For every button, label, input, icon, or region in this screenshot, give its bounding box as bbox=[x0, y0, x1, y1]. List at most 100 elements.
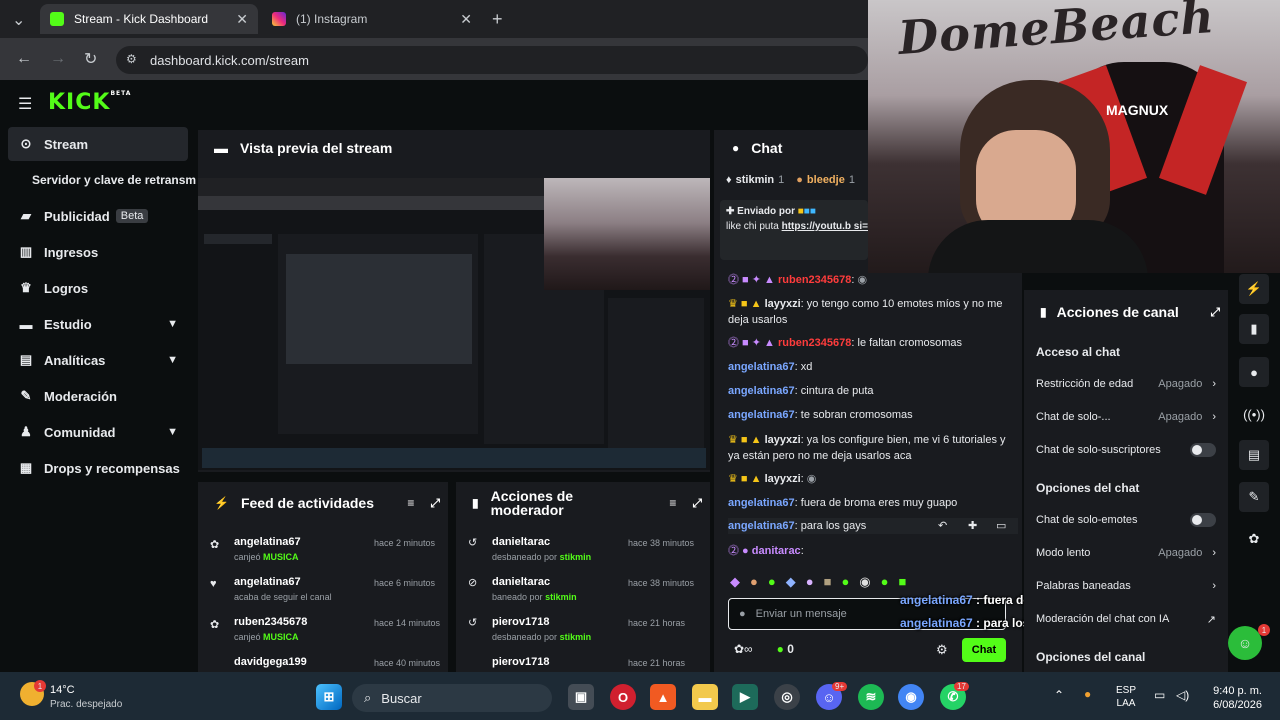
taskbar-search[interactable]: ⌕ Buscar bbox=[352, 684, 552, 712]
chat-message[interactable]: angelatina67: xd bbox=[728, 359, 1020, 375]
feed-user[interactable]: ruben2345678 bbox=[234, 616, 307, 628]
file-explorer-icon[interactable]: ▬ bbox=[692, 684, 718, 710]
stream-preview-video[interactable] bbox=[198, 178, 710, 470]
chat-message[interactable]: angelatina67: te sobran cromosomas bbox=[728, 407, 1020, 423]
chat-settings-icon[interactable]: ⚙ bbox=[936, 642, 948, 658]
list-item[interactable]: pierov1718 hace 21 horas bbox=[456, 654, 706, 672]
back-icon[interactable]: ← bbox=[16, 50, 32, 68]
app-icon[interactable]: ◎ bbox=[774, 684, 800, 710]
sidebar-item-estudio[interactable]: ▬ Estudio ▼ bbox=[8, 307, 188, 341]
mod-user[interactable]: danieltarac bbox=[492, 576, 550, 588]
mod-user[interactable]: danieltarac bbox=[492, 536, 550, 548]
app-icon[interactable]: ▶ bbox=[732, 684, 758, 710]
reload-icon[interactable]: ↻ bbox=[84, 49, 97, 69]
help-chat-icon[interactable]: ☺ bbox=[1228, 626, 1262, 660]
sidebar-item-stream[interactable]: ⊙ Stream bbox=[8, 127, 188, 161]
delete-icon[interactable]: ▭ bbox=[996, 518, 1006, 534]
sidebar-item-moderacion[interactable]: ✎ Moderación bbox=[8, 379, 188, 413]
feed-user[interactable]: angelatina67 bbox=[234, 576, 301, 588]
microphone-icon[interactable]: ● bbox=[1084, 687, 1091, 701]
chat-username[interactable]: layyxzi bbox=[765, 434, 801, 446]
sidebar-item-publicidad[interactable]: ▰ Publicidad Beta bbox=[8, 199, 188, 233]
feed-user[interactable]: davidgega199 bbox=[234, 656, 307, 668]
chat-username[interactable]: layyxzi bbox=[765, 298, 801, 310]
ai-moderation-row[interactable]: Moderación del chat con IA ↗ bbox=[1036, 608, 1216, 630]
sidebar-item-ingresos[interactable]: ▥ Ingresos bbox=[8, 235, 188, 269]
opera-icon[interactable]: O bbox=[610, 684, 636, 710]
mod-user[interactable]: pierov1718 bbox=[492, 616, 549, 628]
emote-icon[interactable]: ◆ bbox=[730, 574, 740, 592]
windows-start-icon[interactable]: ⊞ bbox=[316, 684, 342, 710]
tab-search-icon[interactable]: ⌄ bbox=[12, 10, 25, 30]
popout-icon[interactable]: ⤢ bbox=[430, 496, 440, 511]
brave-icon[interactable]: ▲ bbox=[650, 684, 676, 710]
popout-icon[interactable]: ⤢ bbox=[1210, 305, 1220, 320]
slow-mode-row[interactable]: Modo lento Apagado › bbox=[1036, 542, 1216, 564]
task-view-icon[interactable]: ▣ bbox=[568, 684, 594, 710]
emote-icon[interactable]: ◉ bbox=[859, 574, 870, 592]
emote-icon[interactable]: ● bbox=[768, 574, 776, 592]
emote-icon[interactable]: ■ bbox=[899, 574, 907, 592]
chat-username[interactable]: layyxzi bbox=[765, 473, 801, 485]
emote-only-toggle[interactable] bbox=[1190, 513, 1216, 527]
broadcast-icon[interactable]: ((•)) bbox=[1239, 399, 1269, 429]
chat-username[interactable]: angelatina67 bbox=[728, 361, 795, 373]
list-item[interactable]: ✿ ruben2345678 canjeó MUSICA hace 14 min… bbox=[198, 614, 448, 654]
chat-message[interactable]: ⓶ ■ ✦ ▲ ruben2345678: ◉ bbox=[728, 272, 1020, 288]
wrench-icon[interactable]: ✎ bbox=[1239, 482, 1269, 512]
emote-icon[interactable]: ● bbox=[881, 574, 889, 592]
layout-icon[interactable]: ▤ bbox=[1239, 440, 1269, 470]
volume-icon[interactable]: ◁) bbox=[1176, 688, 1189, 702]
chat-username[interactable]: angelatina67 bbox=[728, 497, 795, 509]
emote-icon[interactable]: ■ bbox=[824, 574, 832, 592]
chat-message[interactable]: angelatina67: fuera de broma eres muy gu… bbox=[728, 495, 1020, 511]
chat-username[interactable]: ruben2345678 bbox=[778, 337, 851, 349]
sidebar-item-analiticas[interactable]: ▤ Analíticas ▼ bbox=[8, 343, 188, 377]
filter-icon[interactable]: ≡ bbox=[669, 496, 676, 510]
pin-icon[interactable]: ✚ bbox=[968, 518, 977, 534]
list-item[interactable]: ↺ danieltarac desbaneado por stikmin hac… bbox=[456, 534, 706, 574]
chat-username[interactable]: angelatina67 bbox=[728, 385, 795, 397]
sidebar-item-logros[interactable]: ♛ Logros bbox=[8, 271, 188, 305]
tab-kick-dashboard[interactable]: Stream - Kick Dashboard ✕ bbox=[40, 4, 258, 34]
send-chat-button[interactable]: Chat bbox=[962, 638, 1006, 662]
list-item[interactable]: ↺ pierov1718 desbaneado por stikmin hace… bbox=[456, 614, 706, 654]
list-item[interactable]: ✿ angelatina67 canjeó MUSICA hace 2 minu… bbox=[198, 534, 448, 574]
chat-bubble-icon[interactable]: ● bbox=[1239, 357, 1269, 387]
tray-chevron-up-icon[interactable]: ⌃ bbox=[1054, 688, 1064, 702]
url-input[interactable]: ⚙ dashboard.kick.com/stream bbox=[116, 46, 868, 74]
list-item[interactable]: ⊘ danieltarac baneado por stikmin hace 3… bbox=[456, 574, 706, 614]
network-icon[interactable]: ▭ bbox=[1154, 688, 1165, 702]
close-tab-icon[interactable]: ✕ bbox=[460, 11, 472, 28]
age-restriction-row[interactable]: Restricción de edad Apagado › bbox=[1036, 373, 1216, 395]
chat-message[interactable]: angelatina67: cintura de puta bbox=[728, 383, 1020, 399]
reply-icon[interactable]: ↶ bbox=[938, 518, 947, 534]
emote-icon[interactable]: ● bbox=[750, 574, 758, 592]
subs-only-toggle[interactable] bbox=[1190, 443, 1216, 457]
emote-icon[interactable]: ● bbox=[841, 574, 849, 592]
chrome-icon[interactable]: ◉ bbox=[898, 684, 924, 710]
kick-logo[interactable]: KICKBETA bbox=[48, 90, 131, 115]
clock[interactable]: 9:40 p. m. 6/08/2026 bbox=[1208, 684, 1262, 712]
mod-user[interactable]: pierov1718 bbox=[492, 656, 549, 668]
list-item[interactable]: davidgega199 hace 40 minutos bbox=[198, 654, 448, 672]
users-icon[interactable]: ✿ bbox=[1239, 524, 1269, 554]
close-tab-icon[interactable]: ✕ bbox=[236, 11, 248, 28]
document-icon[interactable]: ▮ bbox=[1239, 314, 1269, 344]
chat-username[interactable]: danitarac bbox=[752, 545, 801, 557]
chat-message[interactable]: ⓶ ■ ✦ ▲ ruben2345678: le faltan cromosom… bbox=[728, 335, 1020, 351]
bolt-icon[interactable]: ⚡ bbox=[1239, 274, 1269, 304]
new-tab-icon[interactable]: + bbox=[492, 9, 503, 30]
list-item[interactable]: ♥ angelatina67 acaba de seguir el canal … bbox=[198, 574, 448, 614]
forward-icon[interactable]: → bbox=[50, 50, 66, 68]
top-user[interactable]: bleedje bbox=[807, 174, 845, 186]
emote-icon[interactable]: ● bbox=[806, 574, 814, 592]
chat-message[interactable]: ♛ ■ ▲ layyxzi: ya los configure bien, me… bbox=[728, 432, 1020, 464]
language-indicator[interactable]: ESP LAA bbox=[1116, 684, 1136, 710]
site-info-icon[interactable]: ⚙ bbox=[126, 52, 137, 66]
chat-message[interactable]: ♛ ■ ▲ layyxzi: ◉ bbox=[728, 471, 1020, 487]
emote-icon[interactable]: ◆ bbox=[786, 574, 796, 592]
pinned-message[interactable]: ✚ Enviado por ■■■ like chi puta https://… bbox=[720, 200, 868, 260]
chat-message[interactable]: ⓶ ● danitarac: bbox=[728, 543, 1020, 559]
solo-chat-row[interactable]: Chat de solo-... Apagado › bbox=[1036, 406, 1216, 428]
